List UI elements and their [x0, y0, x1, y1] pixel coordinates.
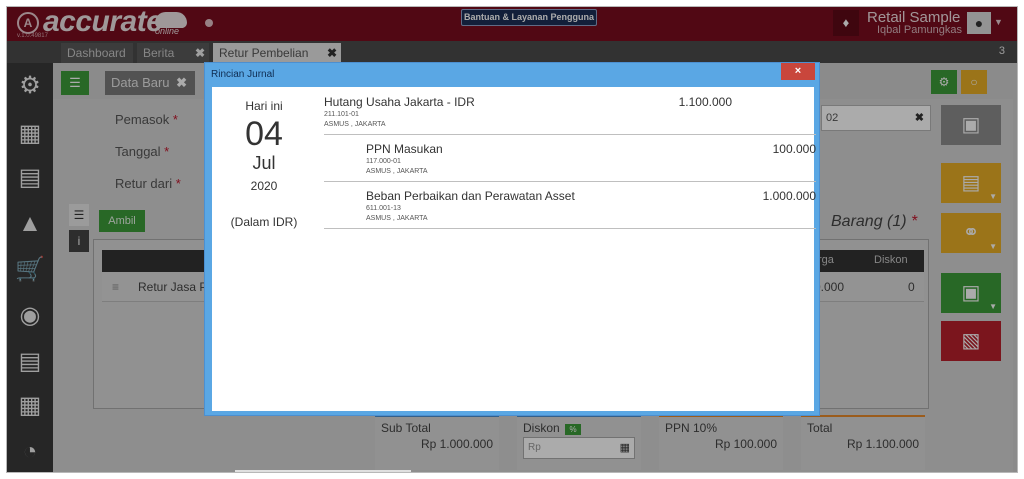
account-code: 211.101-01 [324, 111, 359, 118]
app-window: A accurate online v.1.0.49817 Bantuan & … [6, 6, 1018, 473]
modal-close-button[interactable]: × [781, 63, 815, 80]
date-today-label: Hari ini [245, 99, 283, 113]
debit-amount: 100.000 [772, 142, 816, 156]
taskbar-strip [235, 470, 411, 472]
account-name: Hutang Usaha Jakarta - IDR [324, 95, 475, 109]
journal-entry: PPN Masukan 117.000-01 ASMUS , JAKARTA 1… [324, 142, 816, 182]
modal-body: Hari ini 04 Jul 2020 (Dalam IDR) Hutang … [212, 87, 816, 411]
date-day: 04 [245, 115, 283, 153]
currency-note: (Dalam IDR) [230, 215, 298, 229]
modal-title: Rincian Jurnal [211, 69, 275, 80]
account-code: 117.000-01 [366, 158, 401, 165]
date-year: 2020 [250, 179, 278, 193]
account-location: ASMUS , JAKARTA [366, 215, 428, 222]
journal-modal: Rincian Jurnal × Hari ini 04 Jul 2020 (D… [204, 62, 820, 416]
account-location: ASMUS , JAKARTA [324, 121, 386, 128]
debit-amount: 1.000.000 [762, 189, 816, 203]
account-location: ASMUS , JAKARTA [366, 168, 428, 175]
credit-amount: 1.100.000 [678, 95, 732, 109]
account-name: Beban Perbaikan dan Perawatan Asset [366, 189, 575, 203]
account-code: 611.001-13 [366, 205, 401, 212]
account-name: PPN Masukan [366, 142, 443, 156]
date-month: Jul [252, 153, 276, 173]
journal-entry: Beban Perbaikan dan Perawatan Asset 611.… [324, 189, 816, 229]
